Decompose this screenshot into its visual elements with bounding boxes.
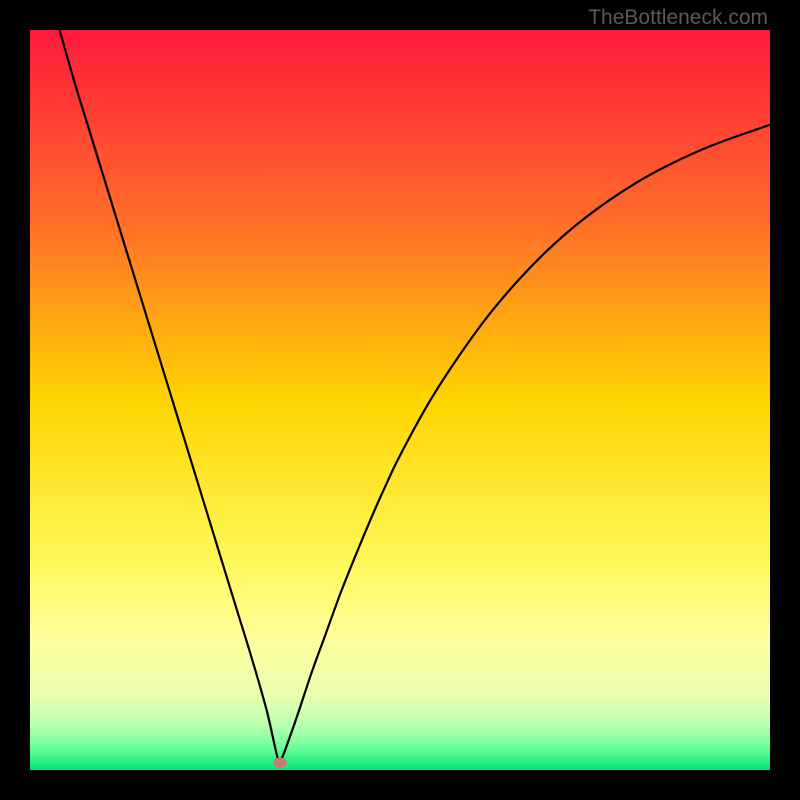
bottleneck-curve bbox=[60, 30, 770, 764]
watermark-text: TheBottleneck.com bbox=[588, 6, 768, 30]
plot-area bbox=[30, 30, 770, 770]
curve-layer bbox=[30, 30, 770, 770]
minimum-marker bbox=[273, 758, 287, 768]
chart-container: TheBottleneck.com bbox=[0, 0, 800, 800]
